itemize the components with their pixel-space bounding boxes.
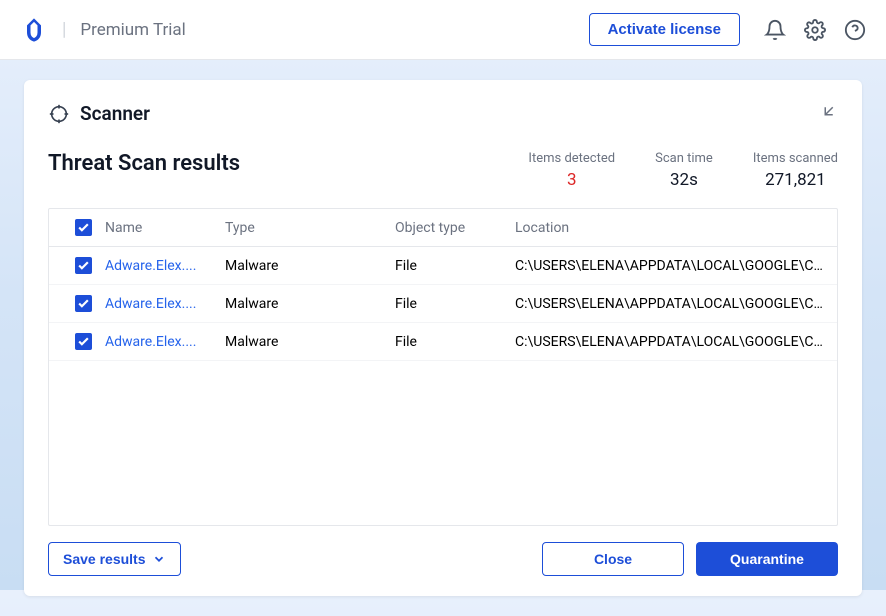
- threat-location: C:\USERS\ELENA\APPDATA\LOCAL\GOOGLE\CHRO…: [515, 296, 825, 312]
- card-footer: Save results Close Quarantine: [48, 542, 838, 576]
- save-results-button[interactable]: Save results: [48, 542, 181, 576]
- chevron-down-icon: [152, 552, 166, 566]
- threat-object-type: File: [395, 334, 515, 350]
- target-icon: [48, 103, 70, 125]
- stat-time-value: 32s: [655, 170, 713, 190]
- results-title: Threat Scan results: [48, 151, 528, 176]
- stat-time: Scan time 32s: [655, 151, 713, 190]
- quarantine-button[interactable]: Quarantine: [696, 542, 838, 576]
- threat-location: C:\USERS\ELENA\APPDATA\LOCAL\GOOGLE\CHRO…: [515, 334, 825, 350]
- threat-type: Malware: [225, 334, 395, 350]
- stat-scanned-value: 271,821: [753, 170, 838, 190]
- col-header-object-type[interactable]: Object type: [395, 220, 515, 236]
- threat-location: C:\USERS\ELENA\APPDATA\LOCAL\GOOGLE\CHRO…: [515, 258, 825, 274]
- activate-license-button[interactable]: Activate license: [589, 13, 740, 46]
- top-bar: | Premium Trial Activate license: [0, 0, 886, 60]
- malwarebytes-logo-icon: [20, 16, 48, 44]
- threat-name-link[interactable]: Adware.Elex....: [105, 296, 225, 312]
- scan-stats: Items detected 3 Scan time 32s Items sca…: [528, 151, 838, 190]
- stat-scanned-label: Items scanned: [753, 151, 838, 166]
- help-icon[interactable]: [844, 19, 866, 41]
- scanner-card: Scanner Threat Scan results Items detect…: [24, 80, 862, 596]
- select-all-checkbox[interactable]: [75, 219, 92, 236]
- row-checkbox[interactable]: [75, 333, 92, 350]
- brand-divider: |: [62, 19, 66, 40]
- table-row[interactable]: Adware.Elex.... Malware File C:\USERS\EL…: [49, 323, 837, 361]
- stat-detected-value: 3: [528, 170, 615, 190]
- threat-object-type: File: [395, 296, 515, 312]
- card-header: Scanner: [48, 102, 838, 125]
- stat-scanned: Items scanned 271,821: [753, 151, 838, 190]
- topbar-actions: [764, 19, 866, 41]
- card-title: Scanner: [80, 102, 150, 125]
- stat-time-label: Scan time: [655, 151, 713, 166]
- stat-detected: Items detected 3: [528, 151, 615, 190]
- table-row[interactable]: Adware.Elex.... Malware File C:\USERS\EL…: [49, 247, 837, 285]
- brand-text: Premium Trial: [80, 20, 185, 40]
- threat-type: Malware: [225, 258, 395, 274]
- threat-name-link[interactable]: Adware.Elex....: [105, 258, 225, 274]
- table-header-row: Name Type Object type Location: [49, 209, 837, 247]
- close-button[interactable]: Close: [542, 542, 684, 576]
- threat-type: Malware: [225, 296, 395, 312]
- row-checkbox[interactable]: [75, 295, 92, 312]
- results-table: Name Type Object type Location Adware.El…: [48, 208, 838, 526]
- col-header-location[interactable]: Location: [515, 220, 825, 236]
- collapse-icon[interactable]: [820, 102, 838, 120]
- save-results-label: Save results: [63, 551, 146, 567]
- gear-icon[interactable]: [804, 19, 826, 41]
- row-checkbox[interactable]: [75, 257, 92, 274]
- table-row[interactable]: Adware.Elex.... Malware File C:\USERS\EL…: [49, 285, 837, 323]
- brand-logo: | Premium Trial: [20, 16, 186, 44]
- col-header-type[interactable]: Type: [225, 220, 395, 236]
- bell-icon[interactable]: [764, 19, 786, 41]
- threat-object-type: File: [395, 258, 515, 274]
- threat-name-link[interactable]: Adware.Elex....: [105, 334, 225, 350]
- stat-detected-label: Items detected: [528, 151, 615, 166]
- col-header-name[interactable]: Name: [105, 220, 225, 236]
